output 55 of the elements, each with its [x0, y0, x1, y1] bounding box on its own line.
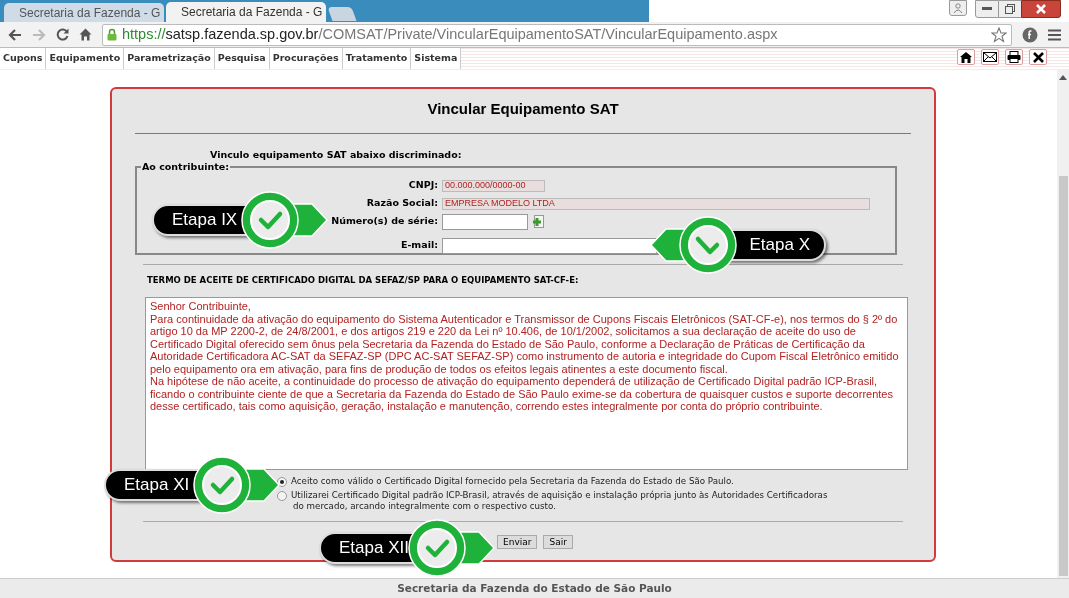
print-button[interactable] [1005, 49, 1023, 65]
terms-title: TERMO DE ACEITE DE CERTIFICADO DIGITAL DA SEFAZ/SP PARA O EQUIPAMENTO SAT-CF-E: [147, 274, 580, 287]
intro-text: Vinculo equipamento SAT abaixo discriminado: [210, 148, 463, 162]
menu-item[interactable]: Procurações [269, 48, 343, 69]
reload-icon[interactable] [56, 28, 69, 41]
radio-button[interactable] [277, 490, 287, 501]
envelope-icon [983, 52, 997, 62]
extension-icon[interactable] [1022, 26, 1038, 43]
close-button[interactable] [1021, 0, 1061, 18]
home-icon [960, 51, 972, 63]
menu-item[interactable]: Tratamento [342, 48, 412, 69]
email-button[interactable] [981, 49, 999, 65]
back-icon[interactable] [8, 28, 22, 41]
minimize-icon [982, 7, 992, 11]
form-button[interactable]: Sair [543, 535, 573, 549]
add-icon[interactable] [532, 214, 544, 229]
check-badge-icon [650, 215, 738, 275]
menu-item[interactable]: Pesquisa [214, 48, 270, 69]
menu-item[interactable]: Equipamento [46, 48, 125, 69]
home-icon[interactable] [79, 28, 92, 41]
star-icon[interactable] [991, 26, 1007, 43]
option-label[interactable]: Utilizarei Certificado Digital padrão ICP-Brasil, através de aquisição e instalação própria junto às Autoridades Certificadoras do mercado, arcando integralmente com o respectivo custo. [277, 490, 834, 512]
lock-icon [107, 28, 117, 41]
close-icon [1036, 4, 1046, 14]
terms-textarea: Senhor Contribuinte, Para continuidade da ativação do equipamento do Sistema Autenticador e Transmissor de Cupons Fiscais Eletrônicos (SAT-CF-e), nos termos do § 2º do artigo 10 da MP 2200-2, de 24/8/2001, e dos artigos 219 e 220 da Lei nº 10.406, de 10/1/2002, solicitamos a sua declaração de aceite do uso de Certificado Digital oferecido sem ônus pela Secretaria da Fazenda do Estado de São Paulo, conforme a Declaração de Práticas de Certificação da Autoridade Certificadora AC-SAT da SEFAZ-SP (DPC AC-SAT SEFAZ-SP) como instrumento de autoria e integridade do Cupom Fiscal Eletrônico emitido pelo equipamento ora em ativação, para fins de produção de todos os efeitos legais atinentes a este documento fiscal. Na hipótese de não aceite, a continuidade do processo de ativação do equipamento dependerá de utilização de Certificado Digital padrão ICP-Brasil, ficando o contribuinte ciente de que a Secretaria da Fazenda do Estado de São Paulo exime-se da cobertura de quaisquer custos e suporte decorrentes desse certificado, tais como aquisição, geração, instalação e manutenção, correndo estes integralmente por conta do próprio contribuinte. [145, 297, 908, 470]
form-title: Vincular Equipamento SAT [426, 99, 620, 119]
field-label: E-mail: [400, 238, 438, 253]
scrollbar-thumb[interactable] [1058, 176, 1068, 576]
minimize-button[interactable] [975, 0, 999, 18]
url-text: https://satsp.fazenda.sp.gov.br/COMSAT/Private/VincularEquipamentoSAT/VincularEquipamento.aspx [122, 24, 779, 44]
input-field[interactable] [442, 237, 657, 254]
group-legend: Ao contribuinte: [141, 160, 230, 175]
form-button[interactable]: Enviar [497, 535, 538, 549]
field-label: CNPJ: [408, 178, 438, 193]
scroll-up-icon[interactable] [1059, 74, 1067, 80]
check-badge-icon [192, 455, 280, 515]
person-icon [953, 3, 963, 13]
close-button[interactable] [1029, 49, 1047, 65]
close-icon [1032, 51, 1044, 63]
menu-item[interactable]: Parametrização [124, 48, 215, 69]
menu-icon[interactable] [1048, 28, 1061, 41]
menu-item[interactable]: Sistema [411, 48, 462, 69]
restore-button[interactable] [999, 0, 1021, 18]
browser-tab[interactable]: Secretaria da Fazenda - G [166, 2, 326, 22]
input-field[interactable] [442, 213, 528, 230]
restore-icon [1005, 4, 1015, 14]
address-bar[interactable]: https://satsp.fazenda.sp.gov.br/COMSAT/Private/VincularEquipamentoSAT/VincularEquipamento.aspx [102, 23, 1012, 46]
browser-tab[interactable]: Secretaria da Fazenda - G [4, 3, 164, 22]
check-badge-icon [240, 190, 328, 250]
home-button[interactable] [957, 49, 975, 65]
field-label: Razão Social: [366, 196, 438, 211]
printer-icon [1007, 51, 1021, 63]
footer-text: Secretaria da Fazenda do Estado de São Paulo [397, 580, 672, 596]
field-label: Número(s) de série: [331, 214, 438, 229]
menu-item[interactable]: Cupons [0, 48, 47, 69]
